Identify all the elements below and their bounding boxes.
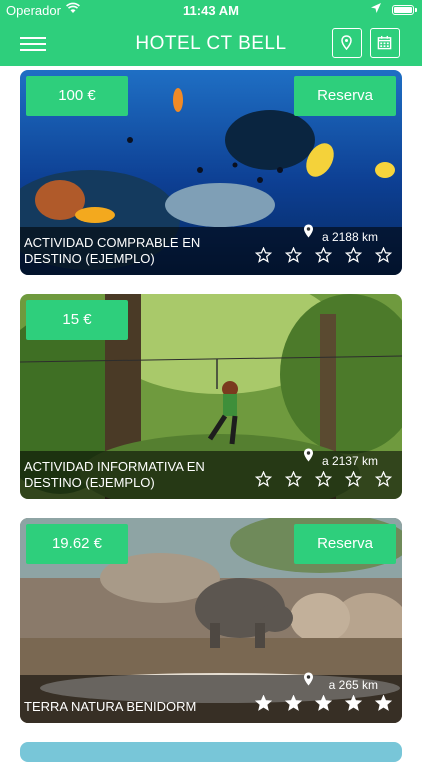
distance-label: a 265 km <box>328 678 378 692</box>
activity-card[interactable]: 100 € Reserva ACTIVIDAD COMPRABLE EN DES… <box>20 70 402 275</box>
rating-stars[interactable] <box>242 694 393 716</box>
star-empty-icon[interactable] <box>284 470 303 492</box>
calendar-icon <box>377 35 392 50</box>
star-empty-icon[interactable] <box>374 470 393 492</box>
activity-name: ACTIVIDAD INFORMATIVA EN DESTINO (EJEMPL… <box>24 459 205 490</box>
distance-label: a 2137 km <box>321 454 378 468</box>
star-filled-icon[interactable] <box>314 694 333 716</box>
star-filled-icon[interactable] <box>374 694 393 716</box>
reserve-button[interactable]: Reserva <box>294 524 396 564</box>
map-pin-icon <box>341 35 352 50</box>
activity-name: TERRA NATURA BENIDORM <box>24 699 197 714</box>
star-empty-icon[interactable] <box>314 246 333 268</box>
activity-card[interactable]: 15 € ACTIVIDAD INFORMATIVA EN DESTINO (E… <box>20 294 402 499</box>
star-empty-icon[interactable] <box>254 470 273 492</box>
reserve-button[interactable]: Reserva <box>294 76 396 116</box>
top-navigation-bar: HOTEL CT BELL <box>0 22 422 66</box>
price-badge: 15 € <box>26 300 128 340</box>
location-arrow-icon <box>370 2 382 17</box>
star-filled-icon[interactable] <box>344 694 363 716</box>
rating-stars[interactable] <box>242 246 393 268</box>
activity-name: ACTIVIDAD COMPRABLE EN DESTINO (EJEMPLO) <box>24 235 201 266</box>
location-pin-icon <box>303 672 314 691</box>
location-pin-icon <box>303 224 314 243</box>
star-empty-icon[interactable] <box>314 470 333 492</box>
star-filled-icon[interactable] <box>254 694 273 716</box>
distance-label: a 2188 km <box>321 230 378 244</box>
map-button[interactable] <box>332 28 362 58</box>
star-empty-icon[interactable] <box>374 246 393 268</box>
rating-stars[interactable] <box>242 470 393 492</box>
star-empty-icon[interactable] <box>344 470 363 492</box>
star-empty-icon[interactable] <box>284 246 303 268</box>
star-empty-icon[interactable] <box>254 246 273 268</box>
star-empty-icon[interactable] <box>344 246 363 268</box>
price-badge: 100 € <box>26 76 128 116</box>
location-pin-icon <box>303 448 314 467</box>
calendar-button[interactable] <box>370 28 400 58</box>
battery-icon <box>392 5 414 15</box>
star-filled-icon[interactable] <box>284 694 303 716</box>
activity-card-partial[interactable] <box>20 742 402 762</box>
status-bar: Operador 11:43 AM <box>0 0 422 22</box>
price-badge: 19.62 € <box>26 524 128 564</box>
clock: 11:43 AM <box>183 3 239 18</box>
activity-card[interactable]: 19.62 € Reserva TERRA NATURA BENIDORM a … <box>20 518 402 723</box>
battery-tip <box>415 8 417 12</box>
